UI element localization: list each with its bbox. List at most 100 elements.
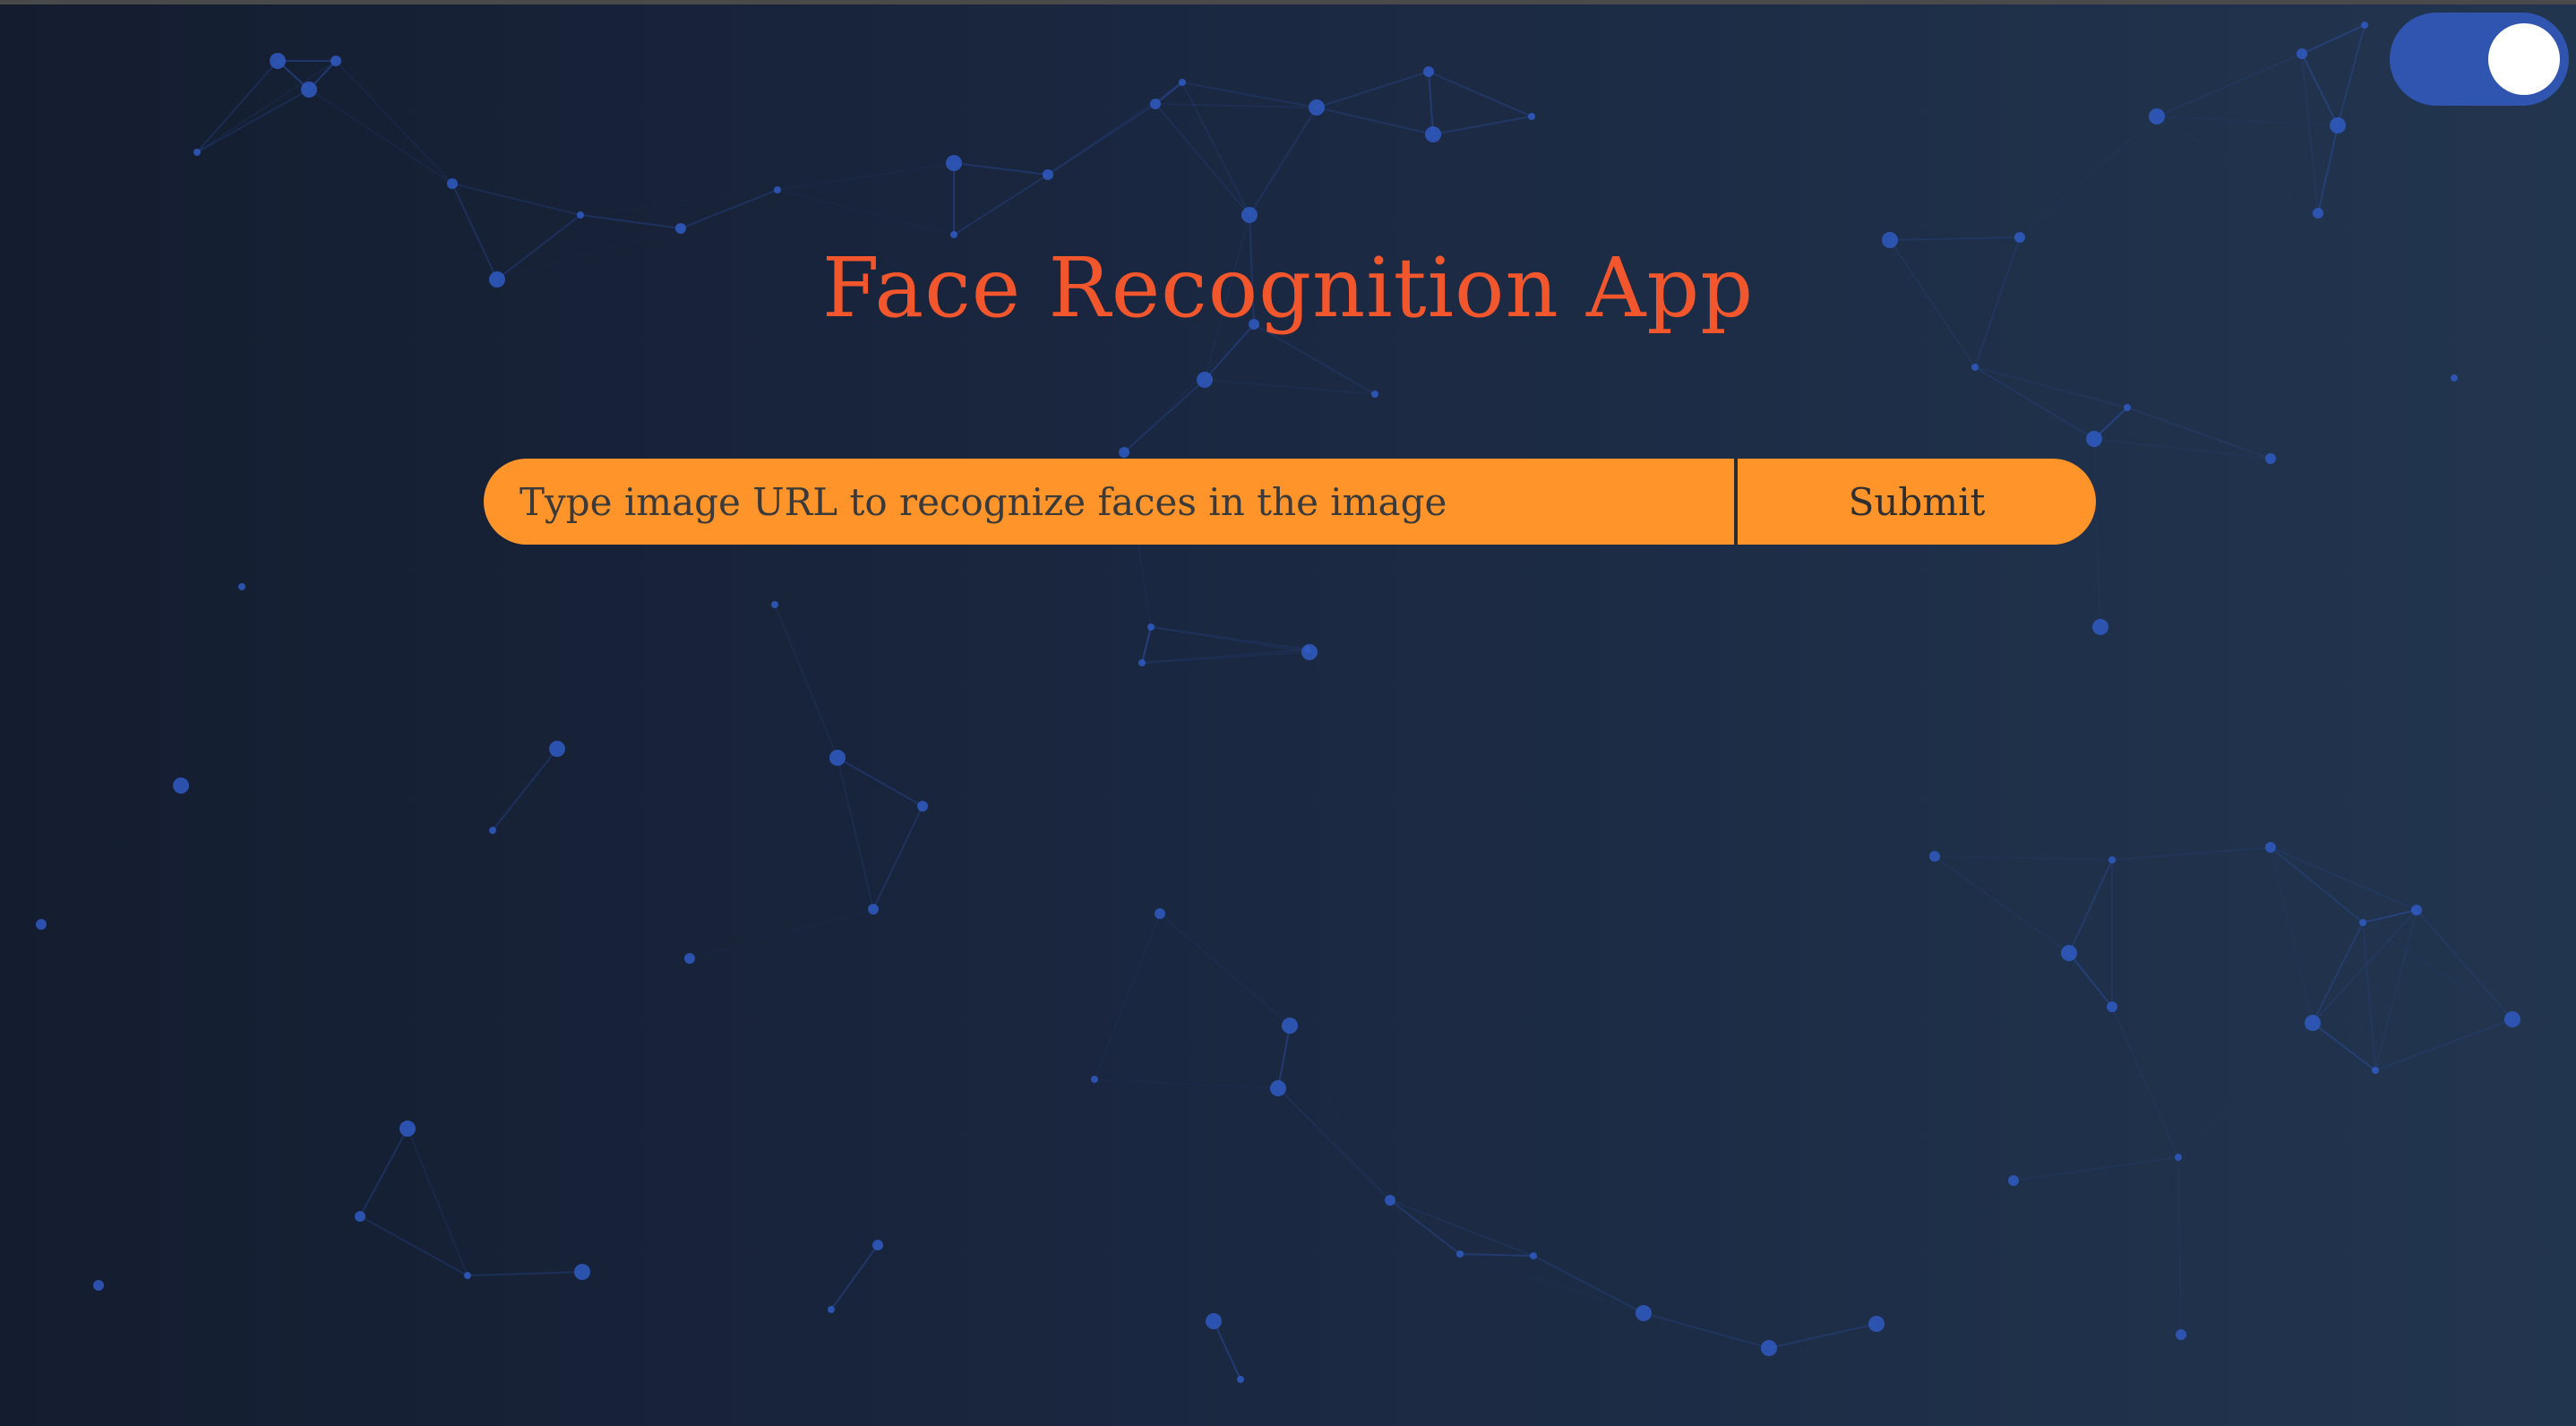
network-edge	[2312, 909, 2417, 1024]
network-node	[193, 149, 201, 156]
network-edge	[2313, 1019, 2512, 1023]
network-edge	[2111, 1006, 2179, 1158]
network-node	[447, 178, 458, 189]
network-node	[1147, 623, 1155, 631]
network-node	[917, 801, 928, 812]
network-edge	[2270, 846, 2364, 923]
network-edge	[2362, 909, 2417, 923]
image-url-form: Submit	[484, 459, 2096, 545]
network-node	[1929, 851, 1940, 862]
network-edge	[2014, 1007, 2112, 1181]
theme-toggle[interactable]	[2390, 13, 2569, 106]
network-node	[1528, 113, 1535, 120]
network-edge	[1533, 1255, 1644, 1314]
network-edge	[2112, 1007, 2313, 1023]
network-edge	[1094, 1078, 1279, 1089]
network-node	[1206, 1313, 1222, 1329]
network-node	[1091, 1076, 1098, 1083]
network-edge	[2111, 846, 2271, 861]
network-edge	[1048, 175, 1249, 215]
network-node	[2265, 453, 2276, 464]
network-edge	[1459, 1253, 1534, 1257]
network-node	[950, 231, 957, 238]
network-node	[2108, 856, 2116, 863]
network-edge	[1876, 1181, 2014, 1324]
network-node	[331, 56, 341, 66]
network-node	[173, 777, 189, 794]
network-node	[2124, 404, 2131, 411]
network-edge	[2271, 378, 2454, 459]
network-edge	[1141, 626, 1152, 664]
network-edge	[1094, 913, 1161, 1080]
network-edge	[2270, 846, 2417, 911]
network-edge	[1934, 855, 2113, 861]
network-node	[2086, 431, 2102, 447]
network-node	[868, 904, 879, 915]
network-edge	[1428, 71, 1533, 117]
network-node	[2297, 48, 2307, 59]
network-edge	[837, 757, 923, 807]
network-edge	[2362, 922, 2376, 1071]
network-node	[2313, 208, 2323, 219]
network-edge	[2068, 952, 2113, 1008]
network-node	[2330, 117, 2346, 133]
network-node	[2008, 1175, 2019, 1186]
network-edge	[1141, 649, 1309, 664]
network-node	[399, 1121, 416, 1137]
network-node	[574, 1264, 590, 1280]
network-node	[2061, 945, 2077, 961]
network-edge	[1277, 1087, 1391, 1201]
network-node	[270, 53, 286, 69]
network-edge	[1768, 1323, 1877, 1349]
network-edge	[1974, 366, 2128, 408]
network-edge	[1389, 1199, 1461, 1255]
network-edge	[774, 604, 838, 759]
network-node	[2107, 1001, 2117, 1012]
network-node	[1138, 659, 1146, 666]
network-edge	[1432, 116, 1533, 135]
network-edge	[580, 214, 682, 229]
network-edge	[1249, 134, 1433, 215]
network-edge	[1428, 71, 1434, 135]
network-node	[2361, 21, 2368, 29]
network-node	[1179, 79, 1186, 86]
network-node	[774, 186, 781, 193]
network-node	[828, 1306, 835, 1313]
network-node	[1761, 1340, 1777, 1356]
network-node	[301, 82, 317, 98]
network-node	[577, 211, 584, 219]
network-edge	[1459, 1253, 1644, 1314]
network-node	[1371, 391, 1378, 398]
network-node	[771, 601, 778, 608]
network-edge	[467, 1271, 583, 1276]
network-edge	[1249, 107, 1318, 216]
network-node	[1197, 372, 1213, 388]
network-node	[1150, 99, 1161, 109]
network-node	[2504, 1011, 2520, 1027]
network-edge	[2177, 1022, 2314, 1158]
network-edge	[2312, 922, 2364, 1024]
network-node	[2175, 1154, 2182, 1161]
submit-button[interactable]: Submit	[1738, 459, 2096, 545]
network-node	[2176, 1329, 2186, 1340]
network-node	[1971, 364, 1979, 371]
network-node	[2265, 842, 2276, 853]
network-edge	[1204, 379, 1376, 395]
network-edge	[1643, 1312, 1770, 1349]
network-node	[1385, 1195, 1395, 1206]
network-node	[1309, 99, 1325, 116]
network-node	[2092, 619, 2108, 635]
toggle-knob[interactable]	[2488, 23, 2560, 95]
network-node	[2372, 1067, 2379, 1074]
network-edge	[2301, 53, 2319, 214]
network-edge	[2374, 1018, 2513, 1071]
network-edge	[2301, 24, 2366, 55]
network-node	[2359, 919, 2366, 926]
network-edge	[492, 748, 558, 831]
network-node	[93, 1280, 104, 1291]
network-edge	[2312, 1022, 2376, 1071]
image-url-input[interactable]	[484, 459, 1738, 545]
network-edge	[830, 1244, 879, 1310]
network-edge	[953, 174, 1049, 236]
network-edge	[2317, 125, 2339, 214]
